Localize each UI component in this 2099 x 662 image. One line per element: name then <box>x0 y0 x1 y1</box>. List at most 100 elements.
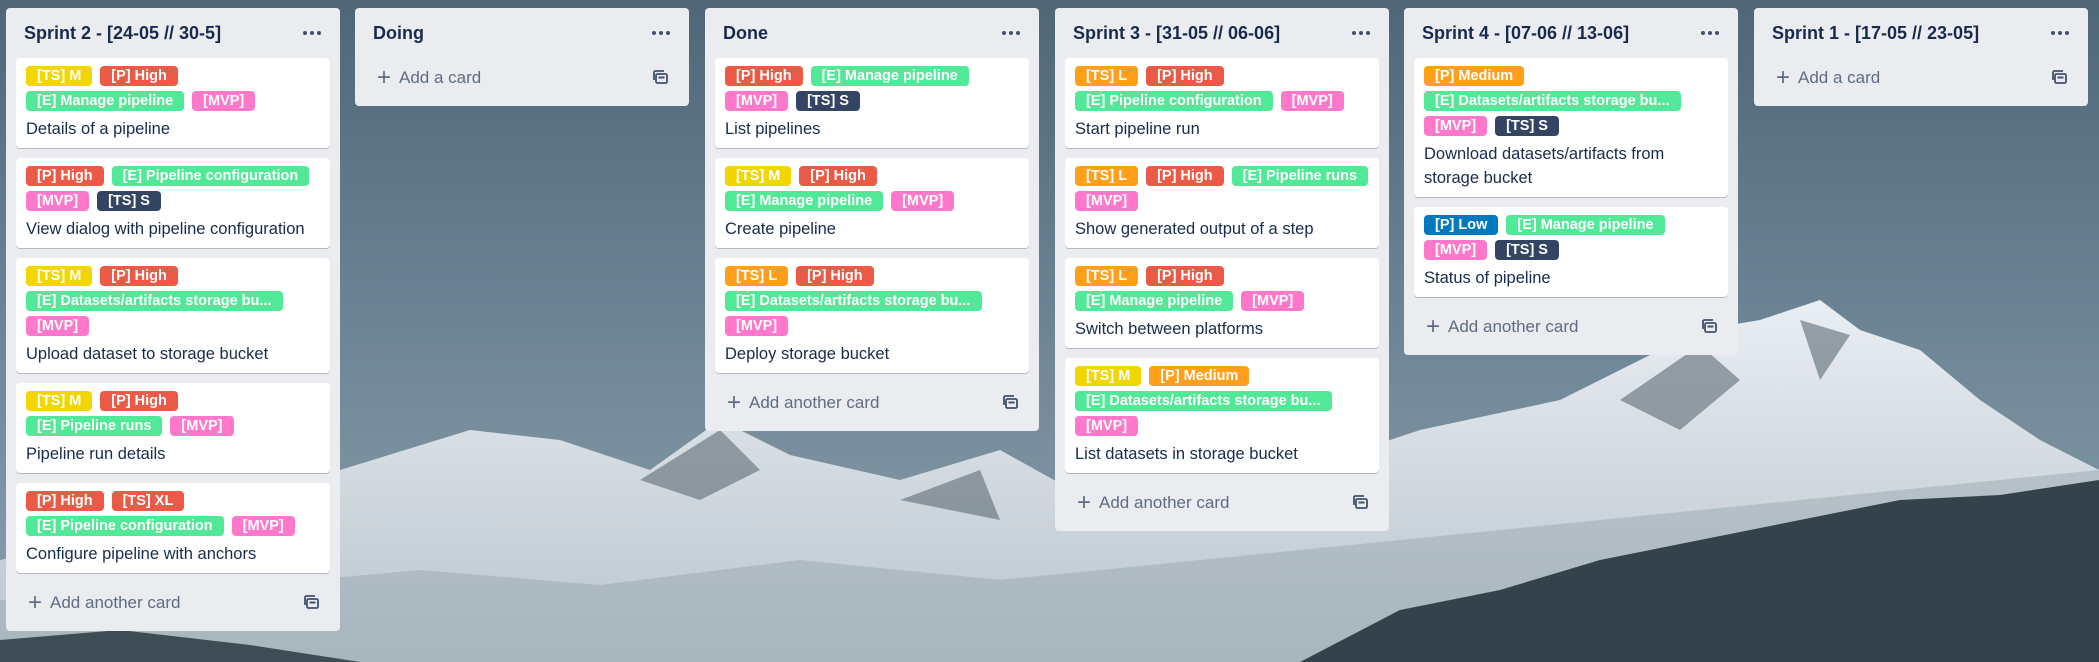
list-menu-button[interactable] <box>2046 19 2074 47</box>
card-label[interactable]: [P] High <box>799 166 877 186</box>
card-label[interactable]: [P] High <box>1146 66 1224 86</box>
card-label[interactable]: [E] Pipeline configuration <box>1075 91 1273 111</box>
card-label[interactable]: [P] Medium <box>1149 366 1250 386</box>
card[interactable]: [TS] M [P] High [E] Manage pipeline [MVP] Cr… <box>715 158 1029 248</box>
card-label[interactable]: [P] Medium <box>1424 66 1525 86</box>
card[interactable]: [TS] L [P] High [E] Pipeline runs [MVP] Show… <box>1065 158 1379 248</box>
card-label[interactable]: [TS] M <box>26 66 93 86</box>
list-title[interactable]: Sprint 4 - [07-06 // 13-06] <box>1422 23 1629 44</box>
card-label[interactable]: [TS] M <box>1075 366 1142 386</box>
card-label[interactable]: [E] Pipeline configuration <box>26 516 224 536</box>
card-label[interactable]: [E] Manage pipeline <box>725 191 884 211</box>
card-label[interactable]: [TS] S <box>1495 116 1559 136</box>
card-template-icon[interactable] <box>1698 315 1722 339</box>
card-label[interactable]: [MVP] <box>725 91 789 111</box>
card-label[interactable]: [P] High <box>26 166 104 186</box>
card-label[interactable]: [MVP] <box>1424 116 1488 136</box>
add-card-button[interactable]: + Add a card <box>365 58 679 98</box>
card-label[interactable]: [MVP] <box>26 191 90 211</box>
card-label[interactable]: [MVP] <box>1280 91 1344 111</box>
card-label[interactable]: [MVP] <box>1075 416 1139 436</box>
card-label[interactable]: [P] High <box>1146 266 1224 286</box>
card-label[interactable]: [MVP] <box>192 91 256 111</box>
card-labels: [TS] L [P] High [E] Pipeline runs [MVP] <box>1075 166 1369 211</box>
card-label[interactable]: [E] Pipeline configuration <box>111 166 310 186</box>
list-title[interactable]: Sprint 2 - [24-05 // 30-5] <box>24 23 221 44</box>
list-title[interactable]: Done <box>723 23 768 44</box>
card-label[interactable]: [MVP] <box>1241 291 1305 311</box>
list-sprint-1: Sprint 1 - [17-05 // 23-05] + Add a card <box>1754 8 2088 106</box>
card-label[interactable]: [E] Datasets/artifacts storage bu... <box>1075 391 1332 411</box>
list-menu-button[interactable] <box>647 19 675 47</box>
card[interactable]: [TS] M [P] High [E] Datasets/artifacts sto… <box>16 258 330 373</box>
card-label[interactable]: [E] Manage pipeline <box>810 66 969 86</box>
list-menu-button[interactable] <box>1696 19 1724 47</box>
card-label[interactable]: [E] Manage pipeline <box>1506 215 1665 235</box>
card-label[interactable]: [TS] M <box>725 166 792 186</box>
list-menu-button[interactable] <box>1347 19 1375 47</box>
card-label[interactable]: [E] Pipeline runs <box>1231 166 1369 186</box>
card-label[interactable]: [P] High <box>26 491 104 511</box>
card-label[interactable]: [E] Manage pipeline <box>26 91 185 111</box>
card-label[interactable]: [E] Datasets/artifacts storage bu... <box>26 291 283 311</box>
card[interactable]: [TS] M [P] Medium [E] Datasets/artifacts s… <box>1065 358 1379 473</box>
add-card-button[interactable]: + Add another card <box>16 583 330 623</box>
list-title[interactable]: Sprint 1 - [17-05 // 23-05] <box>1772 23 1979 44</box>
card-label[interactable]: [MVP] <box>1424 240 1488 260</box>
card[interactable]: [P] High [E] Manage pipeline [MVP] [TS] S Li… <box>715 58 1029 148</box>
card-label[interactable]: [TS] L <box>1075 166 1139 186</box>
card-labels: [TS] M [P] High [E] Pipeline runs [MVP] <box>26 391 320 436</box>
card-label[interactable]: [E] Pipeline runs <box>26 416 163 436</box>
card-label[interactable]: [TS] S <box>97 191 161 211</box>
card-template-icon[interactable] <box>999 391 1023 415</box>
card-label[interactable]: [TS] L <box>725 266 789 286</box>
card-label[interactable]: [P] High <box>100 391 178 411</box>
card[interactable]: [TS] M [P] High [E] Manage pipeline [MVP] De… <box>16 58 330 148</box>
card[interactable]: [TS] L [P] High [E] Datasets/artifacts sto… <box>715 258 1029 373</box>
card-label[interactable]: [P] Low <box>1424 215 1499 235</box>
list-sprint-2: Sprint 2 - [24-05 // 30-5] [TS] M [P] Hig… <box>6 8 340 631</box>
card-template-icon[interactable] <box>649 66 673 90</box>
card-label[interactable]: [TS] M <box>26 266 93 286</box>
list-menu-button[interactable] <box>997 19 1025 47</box>
card-label[interactable]: [TS] S <box>796 91 860 111</box>
card-label[interactable]: [TS] L <box>1075 66 1139 86</box>
card-template-icon[interactable] <box>2048 66 2072 90</box>
card-label[interactable]: [E] Datasets/artifacts storage bu... <box>1424 91 1681 111</box>
card-label[interactable]: [P] High <box>796 266 874 286</box>
list-menu-button[interactable] <box>298 19 326 47</box>
add-card-button[interactable]: + Add another card <box>715 383 1029 423</box>
card-label[interactable]: [MVP] <box>26 316 90 336</box>
card-title: Details of a pipeline <box>26 120 171 138</box>
card-label[interactable]: [P] High <box>100 266 178 286</box>
card-label[interactable]: [P] High <box>725 66 803 86</box>
card-label[interactable]: [TS] M <box>26 391 93 411</box>
card[interactable]: [P] High [TS] XL [E] Pipeline configuratio… <box>16 483 330 573</box>
add-card-button[interactable]: + Add another card <box>1414 307 1728 347</box>
card-label[interactable]: [TS] S <box>1495 240 1559 260</box>
card-label[interactable]: [TS] L <box>1075 266 1139 286</box>
card-template-icon[interactable] <box>300 591 324 615</box>
card[interactable]: [TS] L [P] High [E] Pipeline configuration… <box>1065 58 1379 148</box>
card[interactable]: [TS] L [P] High [E] Manage pipeline [MVP] Sw… <box>1065 258 1379 348</box>
card-label[interactable]: [P] High <box>100 66 178 86</box>
card-label[interactable]: [MVP] <box>891 191 955 211</box>
add-card-button[interactable]: + Add another card <box>1065 483 1379 523</box>
card-label[interactable]: [MVP] <box>231 516 295 536</box>
card-label[interactable]: [E] Datasets/artifacts storage bu... <box>725 291 982 311</box>
card[interactable]: [P] Low [E] Manage pipeline [MVP] [TS] S Sta… <box>1414 207 1728 297</box>
add-card-button[interactable]: + Add a card <box>1764 58 2078 98</box>
card[interactable]: [P] Medium [E] Datasets/artifacts storage… <box>1414 58 1728 197</box>
card-label[interactable]: [MVP] <box>1075 191 1139 211</box>
card-label[interactable]: [MVP] <box>170 416 234 436</box>
card-label[interactable]: [P] High <box>1146 166 1224 186</box>
card[interactable]: [TS] M [P] High [E] Pipeline runs [MVP] Pipe… <box>16 383 330 473</box>
card-label[interactable]: [TS] XL <box>111 491 185 511</box>
card[interactable]: [P] High [E] Pipeline configuration [MVP] [… <box>16 158 330 248</box>
card-template-icon[interactable] <box>1349 491 1373 515</box>
list-title[interactable]: Doing <box>373 23 424 44</box>
card-label[interactable]: [MVP] <box>725 316 789 336</box>
list-title[interactable]: Sprint 3 - [31-05 // 06-06] <box>1073 23 1280 44</box>
add-card-label: Add another card <box>749 393 880 412</box>
card-label[interactable]: [E] Manage pipeline <box>1075 291 1234 311</box>
